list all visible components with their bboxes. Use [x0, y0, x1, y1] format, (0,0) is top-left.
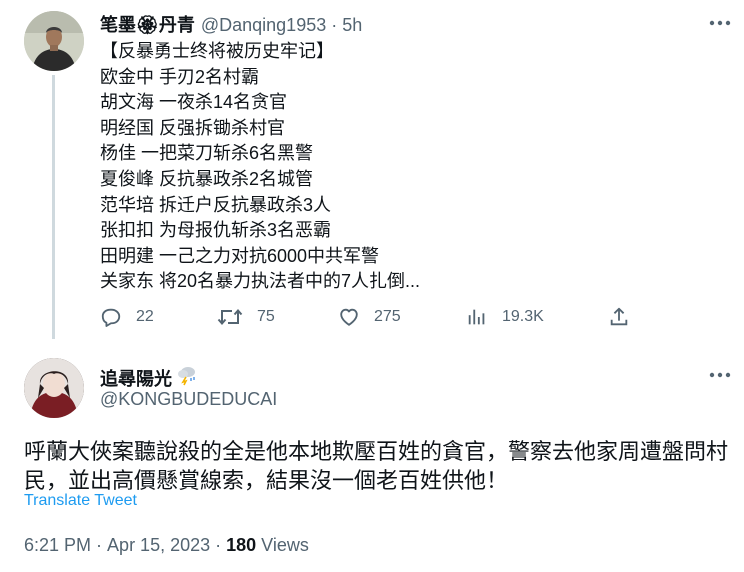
thread-connector-line [52, 75, 55, 339]
reply-display-name-row: 追尋陽光 [100, 364, 198, 391]
reply-handle[interactable]: @KONGBUDEDUCAI [100, 389, 277, 410]
tweet-line: 关家东 将20名暴力执法者中的7人扎倒... [100, 271, 421, 292]
reply-views-label: Views [261, 535, 309, 555]
reply-text-line: 呼蘭大俠案聽說殺的全是他本地欺壓百姓的貪官，警察去他家周遭盤問村 [24, 439, 729, 464]
cloud-lightning-icon [176, 364, 198, 391]
anime-character-avatar[interactable] [24, 358, 84, 418]
reply-time[interactable]: 6:21 PM [24, 535, 91, 556]
tweet-line: 张扣扣 为母报仇斩杀3名恶霸 [100, 220, 332, 241]
parent-handle[interactable]: @Danqing1953 [201, 15, 326, 36]
views-count: 19.3K [502, 308, 544, 325]
tweet-line: 夏俊峰 反抗暴政杀2名城管 [100, 168, 314, 189]
translate-tweet-link[interactable]: Translate Tweet [24, 492, 137, 510]
more-icon[interactable] [709, 371, 731, 379]
tweet-line: 范华培 拆迁户反抗暴政杀3人 [100, 194, 332, 215]
meta-separator: · [215, 535, 222, 555]
bar-chart-icon [468, 309, 485, 325]
retweet-icon [217, 308, 243, 326]
reply-views-count: 180 [226, 535, 257, 555]
more-icon[interactable] [709, 19, 731, 27]
tweet-metadata: 6:21 PM · Apr 15, 2023 · 180 Views [24, 535, 309, 556]
heart-icon [340, 308, 358, 326]
reply-date[interactable]: Apr 15, 2023 [107, 535, 210, 556]
like-count: 275 [374, 308, 401, 325]
retweet-button[interactable]: 75 [217, 305, 275, 329]
retweet-count: 75 [257, 308, 275, 325]
reply-text-line: 民，並出高價懸賞線索，結果沒一個老百姓供他！ [24, 468, 509, 493]
tweet-line: 欧金中 手刃2名村霸 [100, 66, 260, 87]
reply-tweet-text: 呼蘭大俠案聽說殺的全是他本地欺壓百姓的貪官，警察去他家周遭盤問村 民，並出高價懸… [24, 437, 729, 495]
views-button[interactable]: 19.3K [466, 305, 544, 329]
tweet-line: 【反暴勇士终将被历史牢记】 [100, 41, 334, 61]
tweet-line: 胡文海 一夜杀14名贪官 [100, 92, 288, 113]
tweet-action-bar: 22 75 275 19.3K [100, 305, 640, 329]
parent-timestamp[interactable]: 5h [342, 15, 362, 36]
share-icon [610, 307, 628, 326]
parent-tweet-text: 【反暴勇士终将被历史牢记】 欧金中 手刃2名村霸 胡文海 一夜杀14名贪官 明经… [100, 39, 700, 295]
reply-count: 22 [136, 308, 154, 325]
header-separator: · [331, 15, 338, 35]
man-portrait-avatar[interactable] [24, 11, 84, 71]
reply-display-name[interactable]: 追尋陽光 [100, 365, 172, 391]
tweet-line: 杨佳 一把菜刀斩杀6名黑警 [100, 143, 314, 164]
reply-button[interactable]: 22 [100, 305, 154, 329]
parent-tweet-header: 笔墨🏵丹青 @Danqing1953 · 5h [100, 11, 362, 35]
share-button[interactable] [608, 305, 644, 329]
reply-icon [101, 308, 121, 327]
parent-display-name[interactable]: 笔墨🏵丹青 [100, 11, 195, 37]
tweet-line: 明经国 反强拆锄杀村官 [100, 117, 285, 138]
meta-separator: · [96, 535, 103, 555]
like-button[interactable]: 275 [338, 305, 401, 329]
tweet-line: 田明建 一己之力对抗6000中共军警 [100, 245, 380, 266]
